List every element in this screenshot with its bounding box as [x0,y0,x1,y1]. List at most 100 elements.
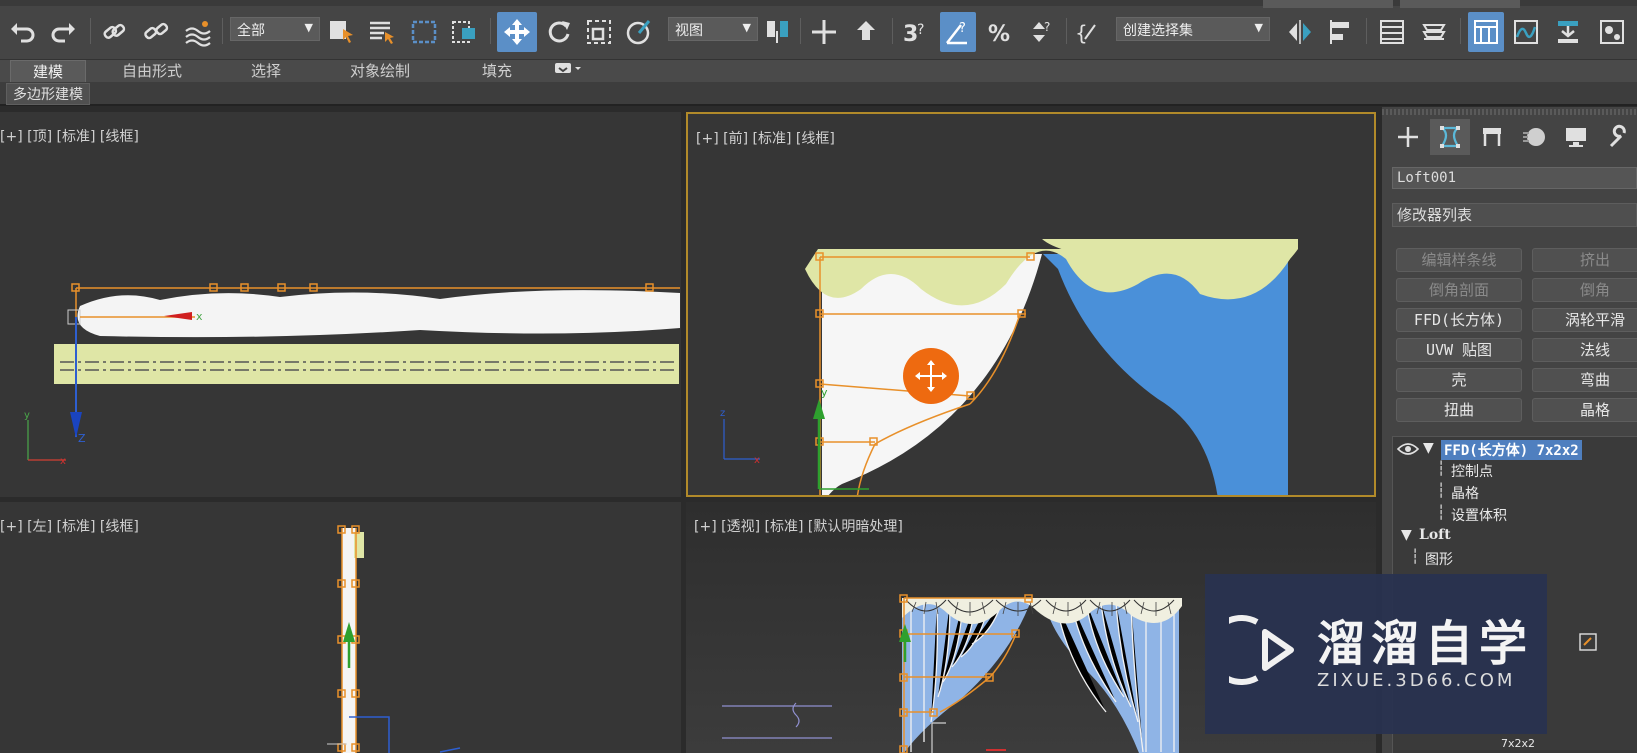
motion-icon[interactable] [1514,119,1554,155]
scene-explorer-icon[interactable] [1416,12,1452,52]
stack-item-ffd[interactable]: FFD(长方体) 7x2x2 [1441,440,1582,460]
svg-text:?: ? [1044,20,1050,34]
select-by-name-icon[interactable] [364,12,400,52]
angle-snap-icon[interactable]: ? [940,12,976,52]
mod-button-uvw-map[interactable]: UVW 贴图 [1396,338,1522,362]
material-editor-icon[interactable] [1594,12,1630,52]
select-object-icon[interactable] [324,12,360,52]
redo-icon[interactable] [46,12,82,52]
mirror-tool-icon[interactable] [1282,12,1318,52]
ribbon-toggle-icon[interactable] [1468,12,1504,52]
undo-icon[interactable] [4,12,40,52]
collapse-arrow-icon[interactable]: ▼ [1423,440,1434,456]
use-pivot-icon[interactable] [760,12,796,52]
tree-branch-icon: ┆ [1437,505,1446,521]
unlink-icon[interactable] [138,12,174,52]
modifier-list-dropdown[interactable]: 修改器列表 [1392,203,1637,227]
mod-button-shell[interactable]: 壳 [1396,368,1522,392]
toolbar-separator [1366,18,1367,44]
polygon-modeling-panel[interactable]: 多边形建模 [6,83,90,105]
collapse-arrow-icon[interactable]: ▼ [1401,527,1412,543]
mod-button-twist[interactable]: 扭曲 [1396,398,1522,422]
spinner-snap-icon[interactable]: ? [1022,12,1058,52]
zixue-logo-icon [1229,615,1294,685]
stack-item-loft[interactable]: Loft [1419,527,1451,543]
align-icon[interactable] [1324,12,1360,52]
select-manipulate-icon[interactable] [622,12,658,52]
mod-button-bend[interactable]: 弯曲 [1532,368,1637,392]
mirror-icon[interactable] [806,12,842,52]
utilities-icon[interactable] [1598,119,1637,155]
svg-text:Z: Z [78,432,86,445]
mod-button-lattice[interactable]: 晶格 [1532,398,1637,422]
mod-button-turbosmooth[interactable]: 涡轮平滑 [1532,308,1637,332]
ribbon-options-button[interactable] [550,60,586,82]
edit-named-sel-icon[interactable]: { [1070,12,1106,52]
svg-text:y: y [24,410,30,421]
display-icon[interactable] [1556,119,1596,155]
ribbon-tab-selection[interactable]: 选择 [234,60,298,82]
tree-branch-icon: ┆ [1411,549,1420,565]
ribbon-tab-bar: 建模 自由形式 选择 对象绘制 填充 [0,60,1637,82]
svg-text:%: % [988,22,1010,47]
rect-region-icon[interactable] [406,12,442,52]
svg-text:x: x [754,455,760,466]
ribbon-tab-freeform[interactable]: 自由形式 [104,60,200,82]
object-name-field[interactable]: Loft001 [1392,167,1637,189]
panel-grip[interactable] [1382,109,1637,115]
ribbon-tab-populate[interactable]: 填充 [466,60,528,82]
create-icon[interactable] [1388,119,1428,155]
chevron-down-icon: ▼ [304,21,313,34]
configure-sets-icon[interactable] [1579,633,1597,655]
named-selection-value: 创建选择集 [1123,23,1193,39]
viewport-top[interactable]: [+] [顶] [标准] [线框] x Z y x [0,112,681,497]
viewport-front-active[interactable]: [+] [前] [标准] [线框] y z x [686,112,1376,497]
selection-filter-dropdown[interactable]: 全部 ▼ [230,17,320,41]
layer-explorer-icon[interactable] [1374,12,1410,52]
mod-button-extrude[interactable]: 挤出 [1532,248,1637,272]
stack-subitem-control-points[interactable]: 控制点 [1451,461,1493,481]
reference-coordinate-dropdown[interactable]: 视图 ▼ [668,17,758,41]
workspace-selector[interactable] [1263,0,1393,8]
mod-button-ffd-box[interactable]: FFD(长方体) [1396,308,1522,332]
watermark-title: 溜溜自学 [1317,616,1534,672]
scale-icon[interactable] [581,12,617,52]
move-icon[interactable] [497,12,537,52]
reference-coordinate-value: 视图 [675,23,703,39]
window-crossing-icon[interactable] [446,12,482,52]
workspace-tab[interactable] [1400,0,1520,8]
valance-top-geometry [54,344,679,384]
main-toolbar: 全部 ▼ 视图 ▼ 3 ? ? % ? {创建选择集 ▼ [0,0,1637,60]
stack-subitem-lattice[interactable]: 晶格 [1451,483,1479,503]
snap-3d-icon[interactable]: 3? [898,12,934,52]
stack-subitem-set-volume[interactable]: 设置体积 [1451,505,1507,525]
bind-space-warp-icon[interactable] [180,12,216,52]
percent-snap-icon[interactable]: % [982,12,1018,52]
curve-editor-icon[interactable] [1508,12,1544,52]
mod-button-bevel-profile[interactable]: 倒角剖面 [1396,278,1522,302]
mod-button-edit-spline[interactable]: 编辑样条线 [1396,248,1522,272]
modify-icon[interactable] [1430,119,1470,155]
max-window: 全部 ▼ 视图 ▼ 3 ? ? % ? {创建选择集 ▼ 建模 自由形式 选择… [0,0,1637,753]
chevron-down-icon: ▼ [1254,21,1263,34]
toolbar-separator [90,18,91,44]
ribbon-tab-object-paint[interactable]: 对象绘制 [340,60,420,82]
named-selection-dropdown[interactable]: 创建选择集 ▼ [1116,17,1270,41]
stack-subitem-shape[interactable]: 图形 [1425,549,1453,569]
svg-text:x: x [196,310,203,323]
mod-button-normal[interactable]: 法线 [1532,338,1637,362]
schematic-view-icon[interactable] [1550,12,1586,52]
placement-icon[interactable] [848,12,884,52]
rotate-icon[interactable] [541,12,577,52]
viewport-left[interactable]: [+] [左] [标准] [线框] [0,502,681,753]
mod-button-bevel[interactable]: 倒角 [1532,278,1637,302]
toolbar-separator [892,18,893,44]
ribbon-tab-modeling[interactable]: 建模 [10,60,86,82]
hierarchy-icon[interactable] [1472,119,1512,155]
link-icon[interactable] [96,12,132,52]
tree-branch-icon: ┆ [1437,483,1446,499]
svg-text:x: x [60,456,66,467]
svg-text:?: ? [917,22,924,38]
chevron-down-icon: ▼ [742,21,751,34]
eye-icon[interactable] [1397,441,1419,457]
